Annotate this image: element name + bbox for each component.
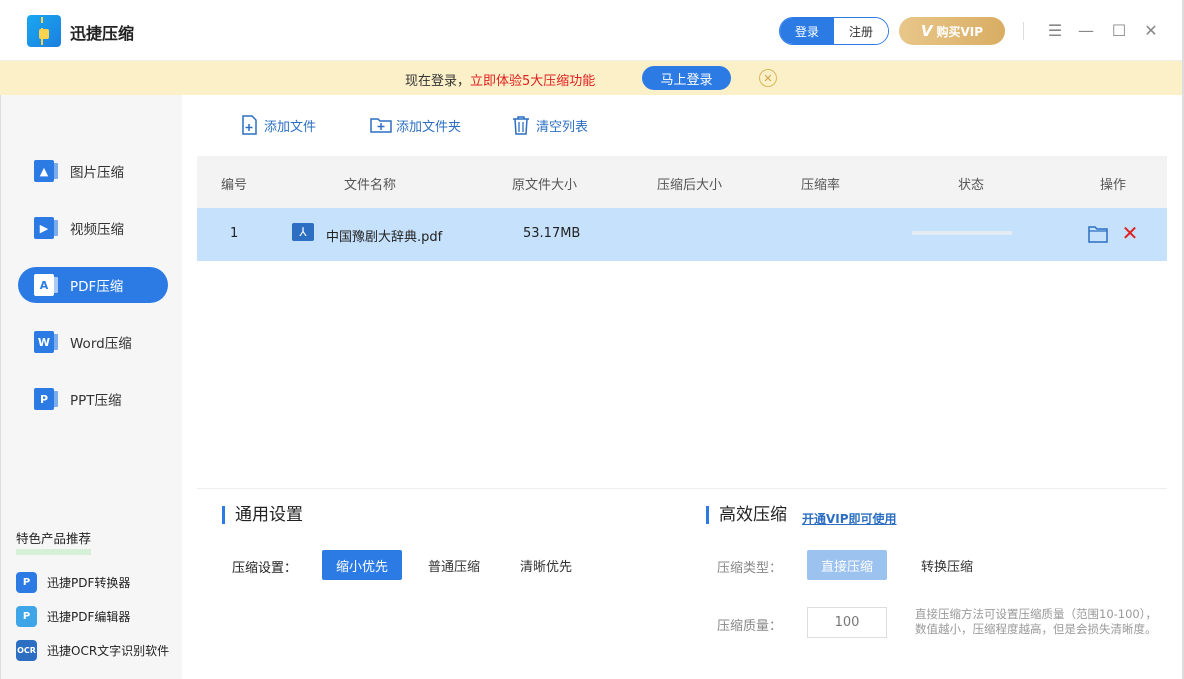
settings-panel: 通用设置 压缩设置： 缩小优先 普通压缩 清晰优先 高效压缩 开通VIP即可使用… [197,488,1167,679]
column-header-compressed-size: 压缩后大小 [657,178,723,193]
compress-setting-label: 压缩设置： [232,561,298,576]
app-logo-icon [27,15,61,47]
column-header-status: 状态 [958,178,985,193]
row-file-name: 中国豫剧大辞典.pdf [326,230,443,245]
sidebar-item-label: 视频压缩 [70,222,124,238]
recommend-item-label: 迅捷PDF编辑器 [47,610,131,624]
pdf-editor-icon: P [16,606,37,627]
sidebar-item-ppt-compress[interactable]: P PPT压缩 [18,381,168,417]
add-folder-label: 添加文件夹 [396,119,462,135]
app-title: 迅捷压缩 [70,24,135,43]
recommend-item-pdf-converter[interactable]: P 迅捷PDF转换器 [16,572,130,593]
ocr-icon: OCR [16,640,37,661]
add-folder-button[interactable]: 添加文件夹 [370,114,461,136]
recommend-item-label: 迅捷OCR文字识别软件 [47,644,170,658]
row-original-size: 53.17MB [523,226,581,241]
status-progress-bar [912,231,1012,235]
clear-list-button[interactable]: 清空列表 [510,114,588,136]
recommend-item-ocr[interactable]: OCR 迅捷OCR文字识别软件 [16,640,169,661]
video-compress-icon: ▶ [34,217,58,239]
sidebar-item-label: 图片压缩 [70,165,124,181]
banner-close-icon[interactable]: ✕ [759,69,777,87]
compress-quality-label: 压缩质量： [717,619,783,634]
ppt-compress-icon: P [34,388,58,410]
pdf-converter-icon: P [16,572,37,593]
login-button[interactable]: 登录 [780,18,834,44]
file-list-area [197,261,1167,488]
option-normal-compress[interactable]: 普通压缩 [414,550,494,580]
auth-group: 登录 注册 [779,17,889,45]
add-file-label: 添加文件 [264,119,317,135]
login-banner: 现在登录，立即体验5大压缩功能 马上登录 ✕ [0,61,1184,95]
sidebar-item-pdf-compress[interactable]: A PDF压缩 [18,267,168,303]
window-separator [1023,22,1024,40]
column-header-index: 编号 [221,178,248,193]
menu-icon[interactable]: ☰ [1044,19,1066,41]
open-folder-icon[interactable] [1088,225,1108,243]
option-direct-compress[interactable]: 直接压缩 [807,550,887,580]
quality-hint: 直接压缩方法可设置压缩质量（范围10-100）， 数值越小，压缩程度越高，但是会… [915,607,1165,637]
sidebar-item-word-compress[interactable]: W Word压缩 [18,324,168,360]
banner-text-prefix: 现在登录， [405,74,471,89]
close-icon[interactable]: ✕ [1140,19,1162,41]
add-file-icon [242,115,257,135]
quality-input[interactable]: 100 [807,607,887,638]
column-header-actions: 操作 [1100,178,1127,193]
file-table-header: 编号 文件名称 原文件大小 压缩后大小 压缩率 状态 操作 [197,156,1167,208]
banner-login-button[interactable]: 马上登录 [642,66,731,90]
maximize-icon[interactable]: ☐ [1108,19,1130,41]
sidebar: ▲ 图片压缩 ▶ 视频压缩 A PDF压缩 W Word压缩 P PPT压缩 特… [0,95,182,679]
quality-hint-line-2: 数值越小，压缩程度越高，但是会损失清晰度。 [915,622,1157,636]
open-vip-link[interactable]: 开通VIP即可使用 [802,510,897,527]
clear-list-label: 清空列表 [536,119,589,135]
option-clarity-first[interactable]: 清晰优先 [506,550,586,580]
quality-hint-line-1: 直接压缩方法可设置压缩质量（范围10-100）， [915,607,1157,621]
add-folder-icon [370,118,392,133]
word-compress-icon: W [34,331,58,353]
sidebar-item-image-compress[interactable]: ▲ 图片压缩 [18,153,168,189]
general-settings-title: 通用设置 [222,506,303,524]
recommend-title: 特色产品推荐 [16,532,92,555]
table-row[interactable]: 1 ⅄ 中国豫剧大辞典.pdf 53.17MB ✕ [197,208,1167,261]
buy-vip-label: 购买VIP [936,24,984,39]
trash-icon [513,116,529,135]
column-header-original-size: 原文件大小 [512,178,578,193]
minimize-icon[interactable]: — [1075,19,1097,41]
option-convert-compress[interactable]: 转换压缩 [907,550,987,580]
register-button[interactable]: 注册 [834,18,888,44]
image-compress-icon: ▲ [34,160,58,182]
efficient-compress-title: 高效压缩 [706,506,787,524]
title-bar: 迅捷压缩 登录 注册 V 购买VIP ☰ — ☐ ✕ [0,0,1184,61]
sidebar-item-label: Word压缩 [70,336,132,352]
pdf-file-icon: ⅄ [292,223,314,241]
compress-type-label: 压缩类型： [717,561,783,576]
vip-v-icon: V [920,22,933,40]
sidebar-item-label: PDF压缩 [70,279,124,295]
option-smaller-first[interactable]: 缩小优先 [322,550,402,580]
banner-text: 现在登录，立即体验5大压缩功能 [405,70,595,89]
buy-vip-button[interactable]: V 购买VIP [899,17,1005,45]
sidebar-item-video-compress[interactable]: ▶ 视频压缩 [18,210,168,246]
delete-icon[interactable]: ✕ [1121,223,1139,243]
row-index: 1 [230,226,239,241]
add-file-button[interactable]: 添加文件 [238,114,316,136]
banner-highlight: 立即体验5大压缩功能 [470,74,596,89]
column-header-ratio: 压缩率 [801,178,841,193]
pdf-compress-icon: A [34,274,58,296]
recommend-item-label: 迅捷PDF转换器 [47,576,131,590]
recommend-item-pdf-editor[interactable]: P 迅捷PDF编辑器 [16,606,130,627]
sidebar-item-label: PPT压缩 [70,393,122,409]
column-header-name: 文件名称 [344,178,397,193]
file-toolbar: 添加文件 添加文件夹 清空列表 [182,95,1167,156]
